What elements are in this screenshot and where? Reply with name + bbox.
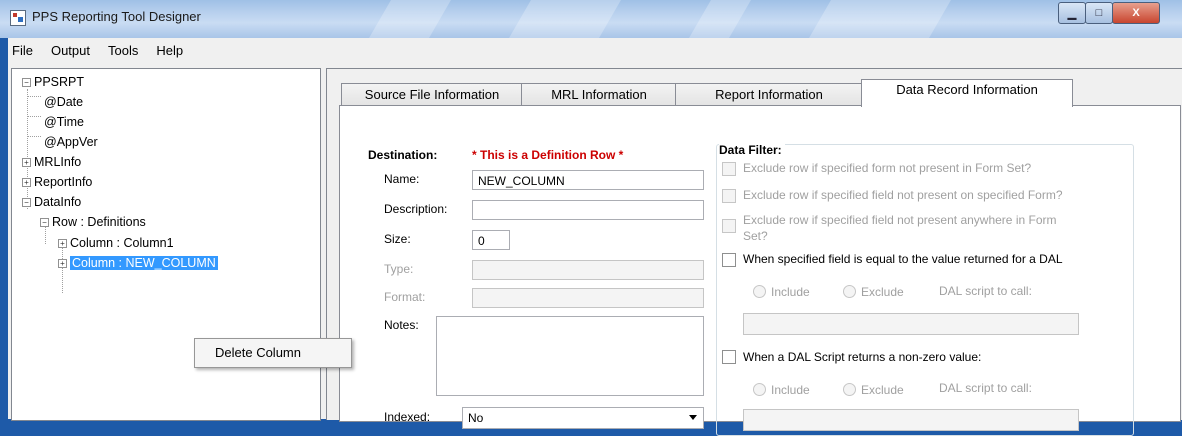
tree-node-datainfo[interactable]: DataInfo [34, 193, 81, 211]
menu-output[interactable]: Output [51, 43, 90, 58]
minimize-icon: ▁ [1067, 7, 1077, 20]
checkbox-field-equal-dal[interactable] [722, 253, 736, 267]
tree-node-new-column[interactable]: Column : NEW_COLUMN [70, 254, 218, 272]
checkbox-dal-nonzero[interactable] [722, 350, 736, 364]
name-label: Name: [384, 172, 420, 186]
description-label: Description: [384, 202, 448, 216]
checkbox-field-not-anywhere [722, 219, 736, 233]
menu-bar: File Output Tools Help [8, 38, 1182, 62]
data-filter-heading: Data Filter: [719, 143, 785, 157]
opt-field-equal-dal-label: When specified field is equal to the val… [743, 252, 1063, 266]
tree-node-column1[interactable]: Column : Column1 [70, 234, 174, 252]
dal-script-label-1: DAL script to call: [939, 284, 1032, 298]
tab-mrl-information[interactable]: MRL Information [521, 83, 677, 106]
indexed-value: No [468, 411, 484, 425]
opt-field-not-anywhere-label: Exclude row if specified field not prese… [743, 213, 1057, 227]
data-filter-group: Data Filter: Exclude row if specified fo… [716, 143, 1134, 436]
description-input[interactable] [472, 200, 704, 220]
checkbox-form-not-present [722, 162, 736, 176]
notes-textarea[interactable] [436, 316, 704, 396]
tree-node-reportinfo[interactable]: ReportInfo [34, 173, 92, 191]
format-input [472, 288, 704, 308]
tree-node-row-definitions[interactable]: Row : Definitions [52, 213, 146, 231]
tab-data-record-information[interactable]: Data Record Information [861, 79, 1073, 107]
radio-include-1 [753, 285, 766, 298]
definition-row-note: * This is a Definition Row * [472, 148, 624, 162]
format-label: Format: [384, 290, 426, 304]
tab-report-information[interactable]: Report Information [675, 83, 863, 106]
menu-help[interactable]: Help [156, 43, 183, 58]
close-icon: X [1132, 7, 1140, 19]
exclude-label-1: Exclude [861, 285, 904, 299]
minimize-button[interactable]: ▁ [1058, 2, 1086, 24]
context-menu: Delete Column [194, 338, 352, 368]
application-window: PPS Reporting Tool Designer ▁ □ X File O… [0, 0, 1182, 436]
destination-group: Destination: * This is a Definition Row … [366, 142, 716, 432]
menu-tools[interactable]: Tools [108, 43, 138, 58]
opt-field-not-on-form-label: Exclude row if specified field not prese… [743, 188, 1063, 202]
dal-script-input-1 [743, 313, 1079, 335]
expand-icon[interactable]: + [58, 259, 67, 268]
expand-icon[interactable]: + [58, 239, 67, 248]
collapse-icon[interactable]: − [22, 78, 31, 87]
maximize-button[interactable]: □ [1085, 2, 1113, 24]
radio-exclude-1 [843, 285, 856, 298]
title-bar[interactable]: PPS Reporting Tool Designer ▁ □ X [0, 0, 1182, 38]
expand-icon[interactable]: + [22, 178, 31, 187]
dal-script-label-2: DAL script to call: [939, 381, 1032, 395]
client-area: − PPSRPT @Date @Time @AppVer + MRLInfo +… [8, 62, 1182, 436]
tree-node-time[interactable]: @Time [44, 113, 84, 131]
include-label-2: Include [771, 383, 810, 397]
selected-node-label: Column : NEW_COLUMN [70, 256, 218, 270]
include-label-1: Include [771, 285, 810, 299]
dal-script-input-2 [743, 409, 1079, 431]
tab-content: Destination: * This is a Definition Row … [339, 105, 1181, 436]
tree-view[interactable]: − PPSRPT @Date @Time @AppVer + MRLInfo +… [11, 68, 321, 421]
tree-node-ppsrpt[interactable]: PPSRPT [34, 73, 84, 91]
opt-form-not-present-label: Exclude row if specified form not presen… [743, 161, 1032, 175]
menu-file[interactable]: File [12, 43, 33, 58]
indexed-label: Indexed: [384, 410, 431, 424]
tree-node-date[interactable]: @Date [44, 93, 83, 111]
type-label: Type: [384, 262, 414, 276]
tree-node-mrlinfo[interactable]: MRLInfo [34, 153, 81, 171]
tab-source-file-information[interactable]: Source File Information [341, 83, 523, 106]
window-title: PPS Reporting Tool Designer [32, 9, 201, 24]
size-input[interactable]: 0 [472, 230, 510, 250]
delete-column-menu-item[interactable]: Delete Column [215, 345, 301, 360]
details-panel: Source File Information MRL Information … [326, 68, 1182, 436]
opt-field-not-anywhere-label-2: Set? [743, 229, 768, 243]
collapse-icon[interactable]: − [40, 218, 49, 227]
tree-node-appver[interactable]: @AppVer [44, 133, 98, 151]
app-icon [10, 10, 26, 26]
radio-include-2 [753, 383, 766, 396]
type-input [472, 260, 704, 280]
radio-exclude-2 [843, 383, 856, 396]
opt-dal-nonzero-label: When a DAL Script returns a non-zero val… [743, 350, 982, 364]
size-label: Size: [384, 232, 411, 246]
indexed-select[interactable]: No [462, 407, 704, 429]
chevron-down-icon [689, 415, 697, 420]
name-input[interactable]: NEW_COLUMN [472, 170, 704, 190]
notes-label: Notes: [384, 318, 419, 332]
collapse-icon[interactable]: − [22, 198, 31, 207]
checkbox-field-not-on-form [722, 189, 736, 203]
expand-icon[interactable]: + [22, 158, 31, 167]
close-button[interactable]: X [1112, 2, 1160, 24]
maximize-icon: □ [1095, 7, 1103, 19]
destination-heading: Destination: [368, 148, 438, 162]
exclude-label-2: Exclude [861, 383, 904, 397]
